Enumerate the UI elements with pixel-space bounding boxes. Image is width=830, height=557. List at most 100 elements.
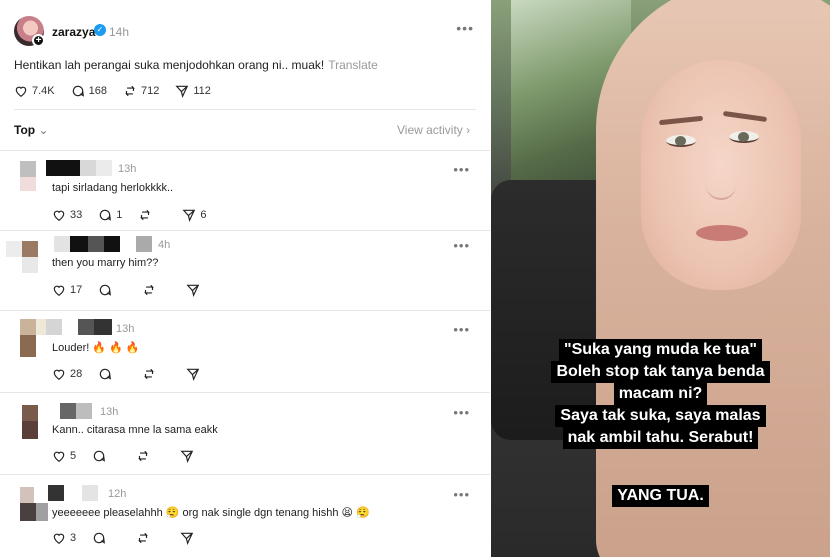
author-username[interactable]: zarazya bbox=[52, 25, 95, 39]
share-button[interactable] bbox=[180, 531, 198, 545]
post-time: 14h bbox=[109, 25, 130, 39]
avatar-blurred bbox=[20, 335, 36, 357]
reply-button[interactable]: 168 bbox=[71, 84, 107, 98]
like-button[interactable]: 7.4K bbox=[14, 84, 55, 98]
eye bbox=[729, 131, 759, 143]
username-redacted bbox=[94, 319, 112, 335]
comment-text: tapi sirladang herlokkkk.. bbox=[52, 182, 174, 194]
nose bbox=[706, 170, 736, 200]
username-redacted bbox=[104, 236, 120, 252]
comment-actions: 3 bbox=[52, 531, 214, 545]
send-icon bbox=[180, 532, 194, 545]
send-icon bbox=[186, 368, 200, 381]
post-actions: 7.4K 168 712 112 bbox=[14, 84, 227, 98]
chevron-right-icon: › bbox=[466, 123, 471, 137]
divider bbox=[14, 109, 476, 110]
comment-actions: 28 bbox=[52, 367, 220, 381]
threads-panel: + zarazya ✓ 14h ••• Hentikan lah peranga… bbox=[0, 0, 490, 557]
view-activity-link[interactable]: View activity › bbox=[397, 123, 470, 137]
lips bbox=[696, 225, 748, 241]
video-caption-answer: YANG TUA. bbox=[491, 485, 830, 507]
comment-text: Louder! 🔥 🔥 🔥 bbox=[52, 342, 140, 354]
avatar-blurred bbox=[20, 177, 36, 191]
avatar-blurred bbox=[36, 319, 46, 335]
more-options-icon[interactable]: ••• bbox=[453, 405, 470, 420]
reply-button[interactable] bbox=[92, 531, 110, 545]
avatar-blurred[interactable] bbox=[20, 487, 34, 503]
post-text: Hentikan lah perangai suka menjodohkan o… bbox=[14, 58, 378, 72]
comment-actions: 5 bbox=[52, 449, 214, 463]
avatar-blurred bbox=[22, 421, 38, 439]
share-button[interactable]: 6 bbox=[182, 208, 207, 222]
more-options-icon[interactable]: ••• bbox=[453, 162, 470, 177]
reply-button[interactable]: 1 bbox=[98, 208, 122, 222]
like-count: 3 bbox=[70, 532, 77, 544]
repost-button[interactable] bbox=[136, 531, 154, 545]
avatar-blurred[interactable] bbox=[22, 405, 38, 421]
verified-badge-icon: ✓ bbox=[94, 24, 106, 36]
repost-button[interactable] bbox=[138, 208, 156, 222]
avatar-blurred[interactable] bbox=[6, 241, 22, 257]
comment-time: 13h bbox=[118, 163, 137, 175]
send-icon bbox=[186, 284, 200, 297]
username-redacted[interactable] bbox=[54, 236, 70, 252]
comment-time: 4h bbox=[158, 239, 171, 251]
username-redacted bbox=[80, 160, 96, 176]
like-button[interactable]: 5 bbox=[52, 449, 76, 463]
repost-button[interactable] bbox=[142, 367, 160, 381]
caption-line: "Suka yang muda ke tua" bbox=[558, 339, 762, 361]
repost-icon bbox=[138, 450, 149, 462]
comment-actions: 17 bbox=[52, 283, 220, 297]
sort-dropdown[interactable]: Top ⌄ bbox=[14, 123, 49, 137]
username-redacted[interactable] bbox=[46, 160, 80, 176]
avatar-blurred bbox=[20, 503, 36, 521]
translate-link[interactable]: Translate bbox=[328, 58, 378, 72]
like-button[interactable]: 17 bbox=[52, 283, 82, 297]
username-redacted bbox=[88, 236, 104, 252]
video-still: "Suka yang muda ke tua" Boleh stop tak t… bbox=[491, 0, 830, 557]
share-button[interactable] bbox=[186, 283, 204, 297]
share-button[interactable] bbox=[186, 367, 204, 381]
like-count: 7.4K bbox=[32, 85, 55, 97]
reply-button[interactable] bbox=[98, 283, 116, 297]
comment-item: 4h ••• then you marry him?? 17 bbox=[0, 230, 490, 310]
heart-icon bbox=[53, 285, 65, 296]
more-options-icon[interactable]: ••• bbox=[453, 238, 470, 253]
like-button[interactable]: 3 bbox=[52, 531, 76, 545]
share-button[interactable]: 112 bbox=[175, 84, 211, 98]
username-redacted bbox=[78, 319, 94, 335]
more-options-icon[interactable]: ••• bbox=[453, 322, 470, 337]
reply-button[interactable] bbox=[92, 449, 110, 463]
caption-line: nak ambil tahu. Serabut! bbox=[562, 427, 759, 449]
username-redacted[interactable] bbox=[60, 403, 76, 419]
like-button[interactable]: 33 bbox=[52, 208, 82, 222]
comment-item: 13h ••• Louder! 🔥 🔥 🔥 28 bbox=[0, 310, 490, 392]
reply-count: 168 bbox=[88, 85, 107, 97]
heart-icon bbox=[53, 210, 65, 221]
username-redacted[interactable] bbox=[46, 319, 62, 335]
like-count: 33 bbox=[70, 209, 83, 221]
repost-count: 712 bbox=[141, 85, 160, 97]
username-redacted bbox=[76, 403, 92, 419]
follow-plus-icon[interactable]: + bbox=[32, 34, 45, 47]
caption-line: macam ni? bbox=[613, 383, 708, 405]
repost-icon bbox=[144, 368, 155, 380]
repost-button[interactable] bbox=[136, 449, 154, 463]
reply-button[interactable] bbox=[98, 367, 116, 381]
avatar-blurred[interactable] bbox=[20, 319, 36, 335]
comment-text: then you marry him?? bbox=[52, 257, 159, 269]
like-button[interactable]: 28 bbox=[52, 367, 82, 381]
share-count: 6 bbox=[200, 209, 207, 221]
username-redacted bbox=[96, 160, 112, 176]
avatar-blurred[interactable] bbox=[20, 161, 36, 177]
like-count: 5 bbox=[70, 450, 77, 462]
more-options-icon[interactable]: ••• bbox=[453, 487, 470, 502]
username-redacted[interactable] bbox=[48, 485, 64, 501]
repost-button[interactable]: 712 bbox=[123, 84, 159, 98]
share-button[interactable] bbox=[180, 449, 198, 463]
repost-button[interactable] bbox=[142, 283, 160, 297]
heart-icon bbox=[53, 533, 65, 544]
more-options-icon[interactable]: ••• bbox=[456, 20, 474, 36]
comment-item: 13h ••• tapi sirladang herlokkkk.. 33 1 … bbox=[0, 150, 490, 230]
heart-icon bbox=[53, 369, 65, 380]
